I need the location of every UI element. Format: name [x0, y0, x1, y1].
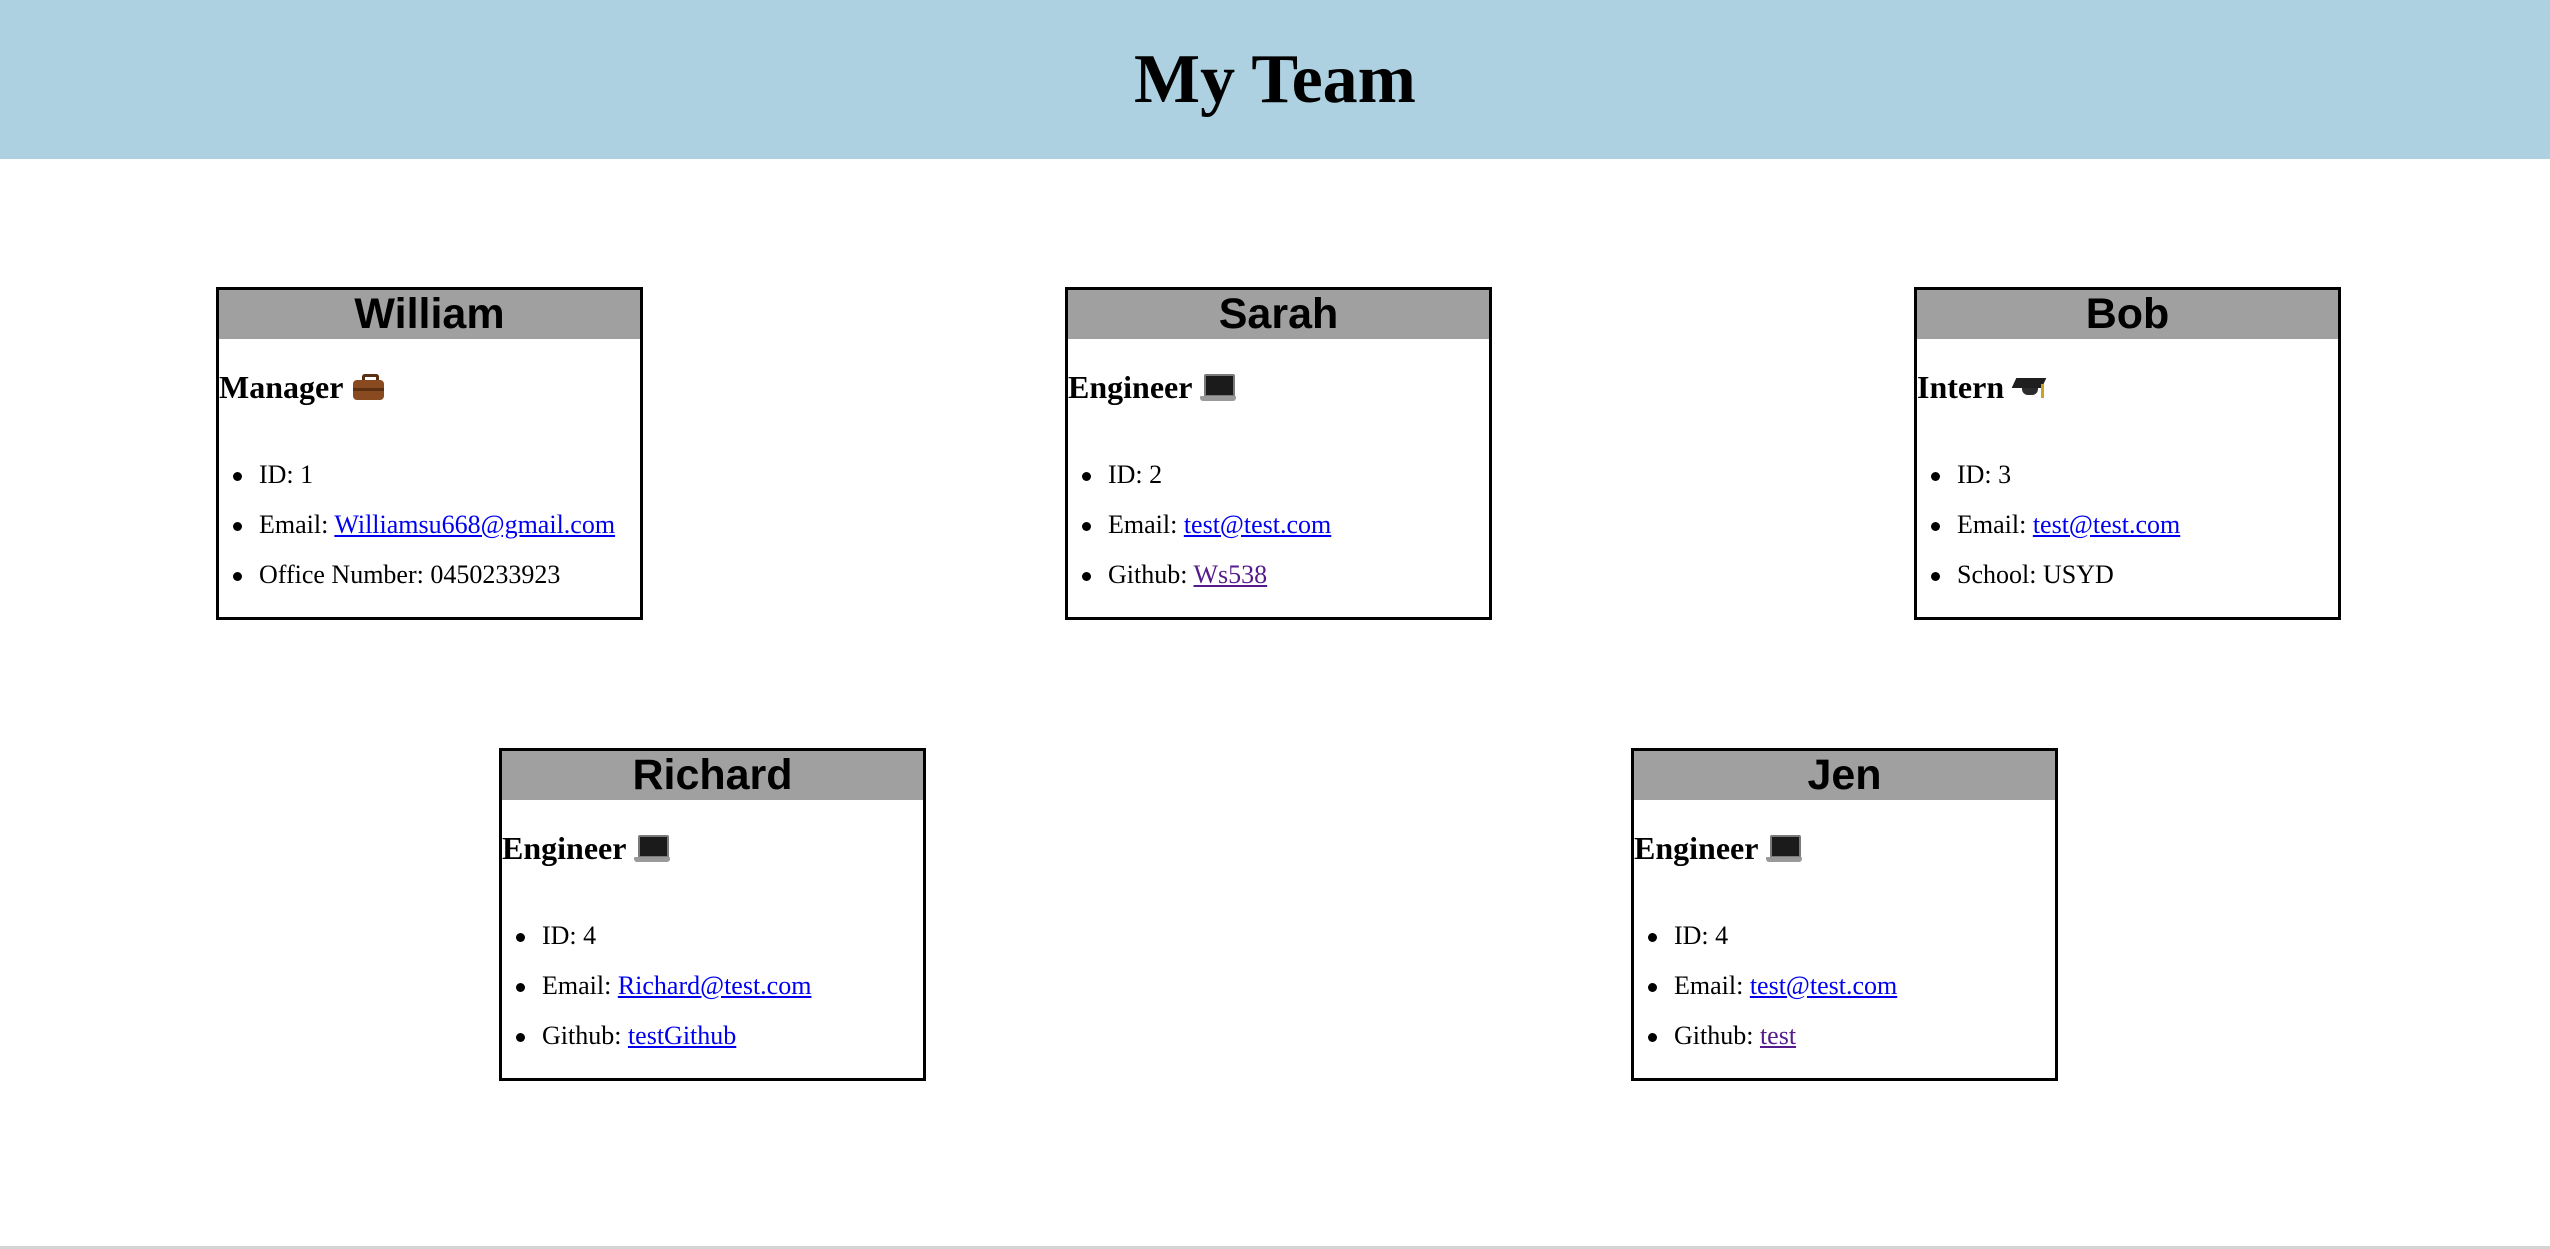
graduation-cap-icon	[2011, 372, 2048, 402]
detail-label: Email:	[259, 510, 335, 539]
detail-value: 2	[1149, 460, 1163, 489]
detail-item: ID: 3	[1930, 460, 2180, 510]
detail-item: Github: test	[1647, 1021, 1897, 1071]
detail-item: Email: Williamsu668@gmail.com	[232, 510, 615, 560]
employee-role-label: Engineer	[1068, 368, 1193, 405]
laptop-icon	[1766, 833, 1803, 863]
briefcase-icon	[351, 372, 387, 402]
detail-link[interactable]: test@test.com	[2033, 510, 2180, 539]
detail-value: 4	[1715, 921, 1729, 950]
detail-value: 1	[300, 460, 314, 489]
employee-role-label: Intern	[1917, 368, 2005, 405]
employee-card-richard: Richard Engineer ID: 4 Email: Richard@test.…	[499, 748, 926, 1081]
detail-item: Email: test@test.com	[1081, 510, 1331, 560]
employee-role-label: Engineer	[1634, 829, 1759, 866]
employee-name: Sarah	[1218, 290, 1339, 338]
card-header: Sarah	[1068, 290, 1489, 339]
detail-item: Github: Ws538	[1081, 560, 1331, 610]
detail-link[interactable]: test@test.com	[1184, 510, 1331, 539]
detail-link[interactable]: test@test.com	[1750, 971, 1897, 1000]
employee-card-sarah: Sarah Engineer ID: 2 Email: test@test.com Gi…	[1065, 287, 1492, 620]
detail-item: ID: 1	[232, 460, 615, 510]
detail-item: ID: 2	[1081, 460, 1331, 510]
detail-label: ID:	[259, 460, 301, 489]
laptop-icon	[1200, 372, 1237, 402]
page-title: My Team	[1134, 40, 1416, 118]
detail-label: Email:	[1674, 971, 1750, 1000]
detail-item: School: USYD	[1930, 560, 2180, 610]
employee-role-label: Engineer	[502, 829, 627, 866]
detail-label: ID:	[542, 921, 584, 950]
laptop-icon	[634, 833, 671, 863]
employee-card-bob: Bob Intern ID: 3 Email: test@test.com School…	[1914, 287, 2341, 620]
employee-name: Jen	[1807, 751, 1882, 799]
detail-link[interactable]: testGithub	[628, 1021, 736, 1050]
employee-details-list: ID: 1 Email: Williamsu668@gmail.com Office…	[219, 460, 615, 610]
employee-role: Manager	[219, 347, 387, 427]
employee-details-list: ID: 2 Email: test@test.com Github: Ws538	[1068, 460, 1331, 610]
employee-name: Bob	[2085, 290, 2170, 338]
detail-item: Email: test@test.com	[1647, 971, 1897, 1021]
employee-role: Intern	[1917, 347, 2048, 427]
detail-label: School:	[1957, 560, 2043, 589]
card-header: Jen	[1634, 751, 2055, 800]
detail-item: Email: test@test.com	[1930, 510, 2180, 560]
employee-role: Engineer	[1634, 808, 1803, 888]
detail-value: USYD	[2042, 560, 2114, 589]
card-header: William	[219, 290, 640, 339]
detail-label: Email:	[1957, 510, 2033, 539]
detail-value: 0450233923	[430, 560, 561, 589]
employee-role: Engineer	[1068, 347, 1237, 427]
detail-value: 3	[1998, 460, 2012, 489]
employee-details-list: ID: 4 Email: Richard@test.com Github: test…	[502, 921, 811, 1071]
detail-item: ID: 4	[1647, 921, 1897, 971]
employee-card-william: William Manager ID: 1 Email: Williamsu668@g…	[216, 287, 643, 620]
employee-details-list: ID: 4 Email: test@test.com Github: test	[1634, 921, 1897, 1071]
detail-link[interactable]: Richard@test.com	[618, 971, 812, 1000]
employee-role-label: Manager	[219, 368, 344, 405]
detail-label: Email:	[542, 971, 618, 1000]
page-header: My Team	[0, 0, 2550, 159]
detail-link[interactable]: Ws538	[1193, 560, 1267, 589]
detail-item: Github: testGithub	[515, 1021, 811, 1071]
detail-label: Email:	[1108, 510, 1184, 539]
employee-card-jen: Jen Engineer ID: 4 Email: test@test.com Gith…	[1631, 748, 2058, 1081]
detail-label: ID:	[1957, 460, 1999, 489]
card-header: Richard	[502, 751, 923, 800]
detail-link[interactable]: Williamsu668@gmail.com	[334, 510, 615, 539]
detail-label: ID:	[1674, 921, 1716, 950]
detail-item: ID: 4	[515, 921, 811, 971]
employee-details-list: ID: 3 Email: test@test.com School: USYD	[1917, 460, 2180, 610]
detail-label: ID:	[1108, 460, 1150, 489]
detail-label: Office Number:	[259, 560, 431, 589]
detail-item: Email: Richard@test.com	[515, 971, 812, 1021]
detail-label: Github:	[542, 1021, 628, 1050]
employee-name: William	[354, 290, 505, 338]
detail-value: 4	[583, 921, 597, 950]
detail-item: Office Number: 0450233923	[232, 560, 615, 610]
detail-label: Github:	[1108, 560, 1194, 589]
employee-role: Engineer	[502, 808, 671, 888]
card-header: Bob	[1917, 290, 2338, 339]
employee-name: Richard	[632, 751, 793, 799]
detail-link[interactable]: test	[1760, 1021, 1796, 1050]
detail-label: Github:	[1674, 1021, 1760, 1050]
